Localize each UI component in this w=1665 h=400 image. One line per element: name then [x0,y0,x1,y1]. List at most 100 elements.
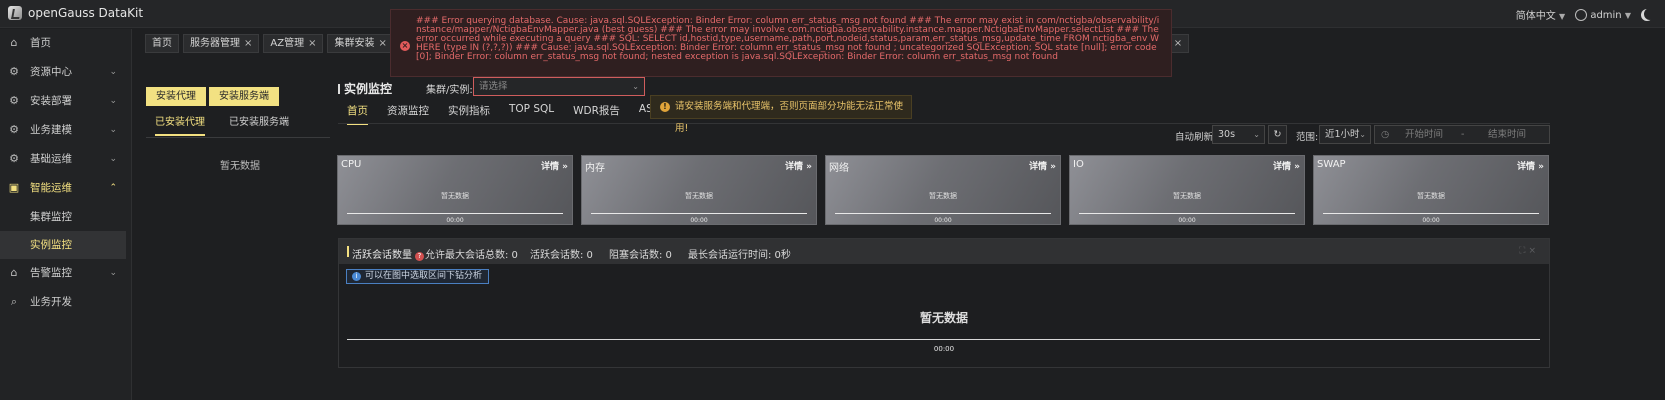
moon-icon[interactable] [1644,8,1656,20]
error-text: ### Error querying database. Cause: java… [416,16,1160,62]
logo-icon [8,6,22,20]
sidebar: ⌂ 首页 ⚙ 资源中心 ⌄ ⚙ 安装部署 ⌄ ⚙ 业务建模 ⌄ ⚙ 基础运维 ⌄… [0,29,132,400]
app-logo[interactable]: openGauss DataKit [8,6,143,20]
empty-state: 暂无数据 [1173,192,1201,200]
error-message: × ### Error querying database. Cause: ja… [390,9,1172,77]
sidebar-item-label: 业务开发 [30,296,72,308]
tab-installed-agents[interactable]: 已安装代理 [155,113,205,136]
x-axis-tick: 00:00 [690,217,708,224]
sidebar-item-resource-center[interactable]: ⚙ 资源中心 ⌄ [0,58,131,87]
sidebar-item-basic-ops[interactable]: ⚙ 基础运维 ⌄ [0,145,131,174]
range-label: 范围: [1296,132,1319,143]
chevron-down-icon: ▼ [1558,12,1566,21]
empty-state: 暂无数据 [1417,192,1445,200]
gear-icon: ⚙ [9,152,19,165]
sidebar-item-alert-monitor[interactable]: ⌂ 告警监控 ⌄ [0,259,131,288]
language-switcher[interactable]: 简体中文 ▼ [1516,7,1565,22]
cluster-label: 集群/实例: [426,85,473,96]
details-label: 详情 [785,162,804,172]
drilldown-tip[interactable]: i 可以在图中选取区间下钻分析 [346,269,490,284]
sidebar-item-label: 首页 [30,37,51,49]
user-menu[interactable]: admin ▼ [1575,8,1631,21]
chevron-down-icon: ▼ [1624,10,1631,20]
x-axis-line [1079,213,1295,214]
empty-state: 暂无数据 [441,192,469,200]
x-axis-line [1323,213,1539,214]
details-link[interactable]: 详情 » [541,159,568,172]
tab-monitor-home[interactable]: 首页 [347,103,368,125]
chevron-down-icon: ⌄ [632,82,639,91]
chevron-down-icon: ⌄ [109,125,117,135]
empty-state: 暂无数据 [685,192,713,200]
details-label: 详情 [1273,162,1292,172]
details-label: 详情 [541,162,560,172]
chevron-down-icon: ⌄ [109,96,117,106]
details-link[interactable]: 详情 » [1029,159,1056,172]
details-link[interactable]: 详情 » [785,159,812,172]
blocked-sessions-stat: 阻塞会话数: 0 [609,250,672,261]
close-icon[interactable]: × [1528,246,1539,256]
range-separator: - [1461,129,1465,140]
end-time-input[interactable]: 结束时间 [1488,126,1526,143]
x-axis-tick: 00:00 [446,217,464,224]
divider [146,137,330,138]
tab-instance-metrics[interactable]: 实例指标 [448,103,490,125]
drilldown-tip-text: 可以在图中选取区间下钻分析 [365,271,483,281]
sidebar-item-business-modeling[interactable]: ⚙ 业务建模 ⌄ [0,116,131,145]
tab-wdr-report[interactable]: WDR报告 [573,103,620,125]
empty-state: 暂无数据 [220,161,260,172]
x-axis-tick: 00:00 [1178,217,1196,224]
panel-title: 活跃会话数量? [352,246,424,261]
x-axis-line [591,213,807,214]
chevron-up-icon: ⌃ [109,183,117,193]
tab-resource-monitor[interactable]: 资源监控 [387,103,429,125]
panel-title-text: 活跃会话数量 [352,250,412,261]
sidebar-subitem-instance-monitor[interactable]: 实例监控 [0,231,126,259]
double-chevron-right-icon: » [1050,162,1056,172]
start-time-input[interactable]: 开始时间 [1405,126,1443,143]
card-title: SWAP [1317,159,1346,170]
search-icon: ⌕ [10,295,18,308]
install-server-button[interactable]: 安装服务端 [209,87,279,106]
sidebar-item-home[interactable]: ⌂ 首页 [0,29,131,58]
tab-installed-servers[interactable]: 已安装服务端 [229,113,289,136]
gear-icon: ⚙ [9,65,19,78]
panel-tools[interactable]: ⛶× [1519,246,1539,256]
close-icon[interactable]: × [244,38,252,49]
close-icon[interactable]: × [308,38,316,49]
chevron-down-icon: ⌄ [109,268,117,278]
install-agent-button[interactable]: 安装代理 [146,87,206,106]
refresh-icon: ↻ [1273,129,1282,140]
tab-home[interactable]: 首页 [145,34,179,53]
tab-server-management[interactable]: 服务器管理 × [183,34,260,53]
tab-az-management[interactable]: AZ管理 × [263,34,324,53]
monitor-tabs: 首页 资源监控 实例指标 TOP SQL WDR报告 ASP 辨 [347,103,689,125]
metric-card-network: 网络 详情 » 暂无数据 00:00 [825,155,1061,225]
sidebar-item-intelligent-ops[interactable]: ▣ 智能运维 ⌃ [0,174,131,203]
sidebar-item-business-dev[interactable]: ⌕ 业务开发 [0,288,131,317]
sidebar-subitem-cluster-monitor[interactable]: 集群监控 [0,203,131,231]
page-title: 实例监控 [338,80,392,97]
refresh-button[interactable]: ↻ [1268,125,1287,144]
details-link[interactable]: 详情 » [1517,159,1544,172]
page-title-text: 实例监控 [344,82,393,96]
double-chevron-right-icon: » [1538,162,1544,172]
x-axis-line [835,213,1051,214]
tab-cluster-install[interactable]: 集群安装 × [327,34,394,53]
close-icon[interactable]: × [378,38,386,49]
metric-card-io: IO 详情 » 暂无数据 00:00 [1069,155,1305,225]
details-link[interactable]: 详情 » [1273,159,1300,172]
range-select[interactable]: 近1小时 ⌄ [1319,125,1371,144]
error-icon: × [400,41,410,51]
cluster-select-placeholder: 请选择 [479,81,508,92]
page-tabs: 首页 服务器管理× AZ管理× 集群安装× 批 [145,34,422,54]
tab-top-sql[interactable]: TOP SQL [509,103,554,125]
metric-card-swap: SWAP 详情 » 暂无数据 00:00 [1313,155,1549,225]
sidebar-item-install-deploy[interactable]: ⚙ 安装部署 ⌄ [0,87,131,116]
date-range-picker[interactable]: ◷ 开始时间 - 结束时间 [1374,125,1550,144]
help-icon[interactable]: ? [415,252,424,261]
cluster-select[interactable]: 请选择 ⌄ [473,77,645,96]
auto-refresh-select[interactable]: 30s ⌄ [1212,125,1265,144]
tab-label: AZ管理 [270,38,305,49]
sidebar-item-label: 告警监控 [30,267,72,279]
